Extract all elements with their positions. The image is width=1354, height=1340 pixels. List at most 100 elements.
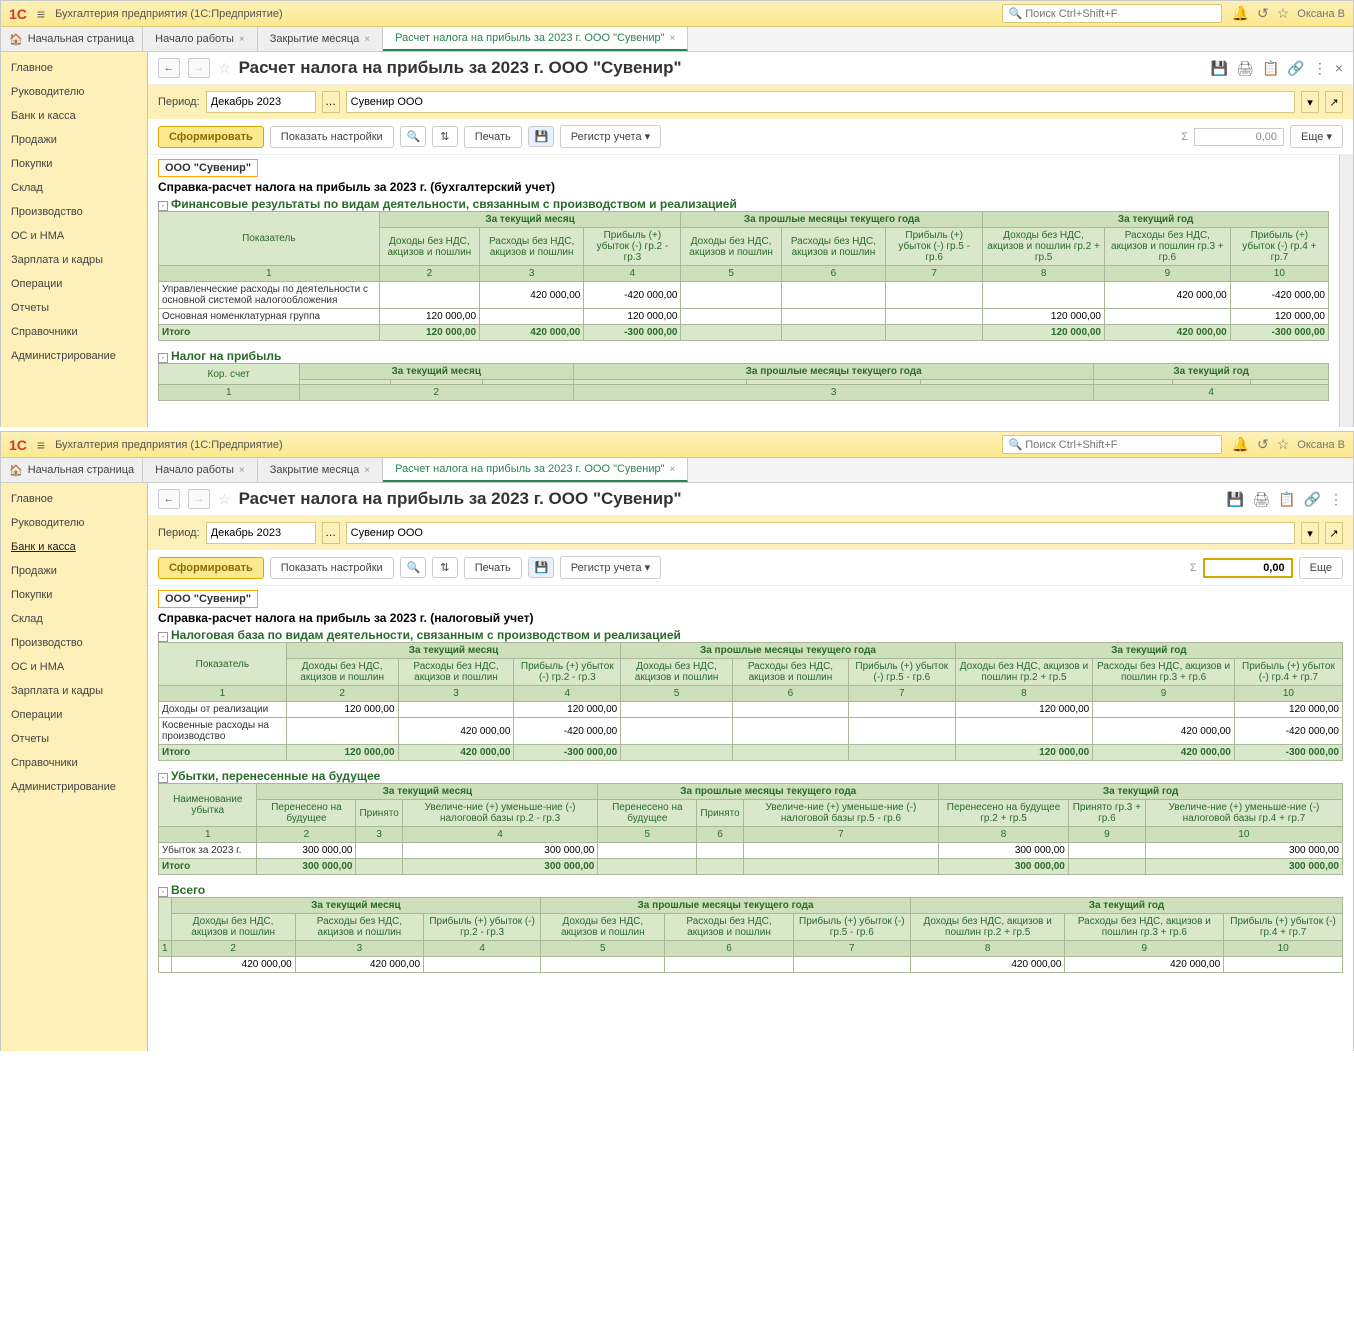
sidebar-item[interactable]: Отчеты xyxy=(1,727,147,751)
org-open[interactable]: ↗ xyxy=(1325,91,1343,113)
scrollbar[interactable] xyxy=(1339,155,1353,427)
collapse-icon[interactable]: - xyxy=(158,887,168,897)
register-button[interactable]: Регистр учета ▾ xyxy=(560,556,661,579)
bell-icon[interactable]: 🔔 xyxy=(1232,5,1249,22)
star-icon[interactable]: ☆ xyxy=(1277,436,1290,453)
print-button[interactable]: Печать xyxy=(464,557,522,579)
favorite-icon[interactable]: ☆ xyxy=(218,60,231,77)
save-icon[interactable]: 💾 xyxy=(1211,60,1228,77)
close-icon[interactable]: × xyxy=(364,34,370,45)
print-icon[interactable]: 🖨 xyxy=(1252,491,1270,508)
more-button[interactable]: Еще ▾ xyxy=(1290,125,1343,148)
tab-close-month[interactable]: Закрытие месяца× xyxy=(258,27,383,51)
collapse-icon[interactable]: - xyxy=(158,201,168,211)
org-input[interactable]: Сувенир ООО xyxy=(346,522,1295,544)
sidebar-item[interactable]: Склад xyxy=(1,607,147,631)
copy-icon[interactable]: 📋 xyxy=(1262,60,1279,77)
close-icon[interactable]: × xyxy=(364,465,370,476)
star-icon[interactable]: ☆ xyxy=(1277,5,1290,22)
forward-button[interactable]: → xyxy=(188,489,210,509)
tab-home[interactable]: 🏠Начальная страница xyxy=(1,458,143,482)
favorite-icon[interactable]: ☆ xyxy=(218,491,231,508)
form-button[interactable]: Сформировать xyxy=(158,557,264,579)
collapse-icon[interactable]: - xyxy=(158,632,168,642)
more-button[interactable]: Еще xyxy=(1299,557,1343,579)
copy-icon[interactable]: 📋 xyxy=(1278,491,1295,508)
kebab-icon[interactable]: ⋮ xyxy=(1329,491,1343,508)
settings-button[interactable]: Показать настройки xyxy=(270,126,394,148)
tab-start[interactable]: Начало работы× xyxy=(143,27,258,51)
sidebar-item[interactable]: Склад xyxy=(1,176,147,200)
search-button[interactable]: 🔍 xyxy=(400,557,426,578)
form-button[interactable]: Сформировать xyxy=(158,126,264,148)
search-box[interactable]: 🔍 xyxy=(1002,435,1222,454)
search-button[interactable]: 🔍 xyxy=(400,126,426,147)
save-icon[interactable]: 💾 xyxy=(1227,491,1244,508)
close-icon[interactable]: × xyxy=(239,465,245,476)
period-select[interactable]: … xyxy=(322,522,340,544)
link-icon[interactable]: 🔗 xyxy=(1304,491,1321,508)
print-button[interactable]: Печать xyxy=(464,126,522,148)
sidebar-item[interactable]: Главное xyxy=(1,487,147,511)
sidebar-item[interactable]: Администрирование xyxy=(1,344,147,368)
collapse-icon[interactable]: - xyxy=(158,353,168,363)
sidebar-item[interactable]: Администрирование xyxy=(1,775,147,799)
user-label[interactable]: Оксана В xyxy=(1297,439,1345,451)
sidebar-item[interactable]: ОС и НМА xyxy=(1,224,147,248)
tab-start[interactable]: Начало работы× xyxy=(143,458,258,482)
org-open[interactable]: ↗ xyxy=(1325,522,1343,544)
sidebar-item[interactable]: Руководителю xyxy=(1,511,147,535)
sidebar-item[interactable]: Справочники xyxy=(1,320,147,344)
register-button[interactable]: Регистр учета ▾ xyxy=(560,125,661,148)
tab-home[interactable]: 🏠Начальная страница xyxy=(1,27,143,51)
expand-button[interactable]: ⇅ xyxy=(432,126,458,147)
disk-button[interactable]: 💾 xyxy=(528,126,554,147)
settings-button[interactable]: Показать настройки xyxy=(270,557,394,579)
search-box[interactable]: 🔍 xyxy=(1002,4,1222,23)
sidebar-item[interactable]: Операции xyxy=(1,272,147,296)
sidebar-item[interactable]: Банк и касса xyxy=(1,535,147,559)
org-dropdown[interactable]: ▾ xyxy=(1301,522,1319,544)
sidebar-item[interactable]: Производство xyxy=(1,631,147,655)
forward-button[interactable]: → xyxy=(188,58,210,78)
sidebar-item[interactable]: Банк и касса xyxy=(1,104,147,128)
sidebar-item[interactable]: Главное xyxy=(1,56,147,80)
org-dropdown[interactable]: ▾ xyxy=(1301,91,1319,113)
menu-icon[interactable]: ≡ xyxy=(37,437,45,453)
close-icon[interactable]: × xyxy=(670,33,676,44)
bell-icon[interactable]: 🔔 xyxy=(1232,436,1249,453)
expand-button[interactable]: ⇅ xyxy=(432,557,458,578)
period-input[interactable] xyxy=(206,522,316,544)
sidebar-item[interactable]: Продажи xyxy=(1,559,147,583)
menu-icon[interactable]: ≡ xyxy=(37,6,45,22)
sidebar-item[interactable]: ОС и НМА xyxy=(1,655,147,679)
history-icon[interactable]: ↺ xyxy=(1257,5,1269,22)
collapse-icon[interactable]: - xyxy=(158,773,168,783)
org-input[interactable]: Сувенир ООО xyxy=(346,91,1295,113)
sidebar-item[interactable]: Зарплата и кадры xyxy=(1,248,147,272)
disk-button[interactable]: 💾 xyxy=(528,557,554,578)
period-select[interactable]: … xyxy=(322,91,340,113)
kebab-icon[interactable]: ⋮ xyxy=(1313,60,1327,77)
tab-tax-calc[interactable]: Расчет налога на прибыль за 2023 г. ООО … xyxy=(383,458,688,482)
sidebar-item[interactable]: Руководителю xyxy=(1,80,147,104)
search-input[interactable] xyxy=(1025,8,1214,20)
period-input[interactable] xyxy=(206,91,316,113)
tab-tax-calc[interactable]: Расчет налога на прибыль за 2023 г. ООО … xyxy=(383,27,688,51)
back-button[interactable]: ← xyxy=(158,58,180,78)
sum-field[interactable]: 0,00 xyxy=(1194,128,1284,146)
sidebar-item[interactable]: Справочники xyxy=(1,751,147,775)
sidebar-item[interactable]: Зарплата и кадры xyxy=(1,679,147,703)
close-icon[interactable]: × xyxy=(670,464,676,475)
link-icon[interactable]: 🔗 xyxy=(1287,60,1304,77)
close-icon[interactable]: × xyxy=(1335,60,1343,77)
back-button[interactable]: ← xyxy=(158,489,180,509)
sidebar-item[interactable]: Продажи xyxy=(1,128,147,152)
history-icon[interactable]: ↺ xyxy=(1257,436,1269,453)
sidebar-item[interactable]: Производство xyxy=(1,200,147,224)
sum-field[interactable]: 0,00 xyxy=(1203,558,1293,578)
sidebar-item[interactable]: Операции xyxy=(1,703,147,727)
search-input[interactable] xyxy=(1025,439,1214,451)
sidebar-item[interactable]: Покупки xyxy=(1,583,147,607)
sidebar-item[interactable]: Покупки xyxy=(1,152,147,176)
